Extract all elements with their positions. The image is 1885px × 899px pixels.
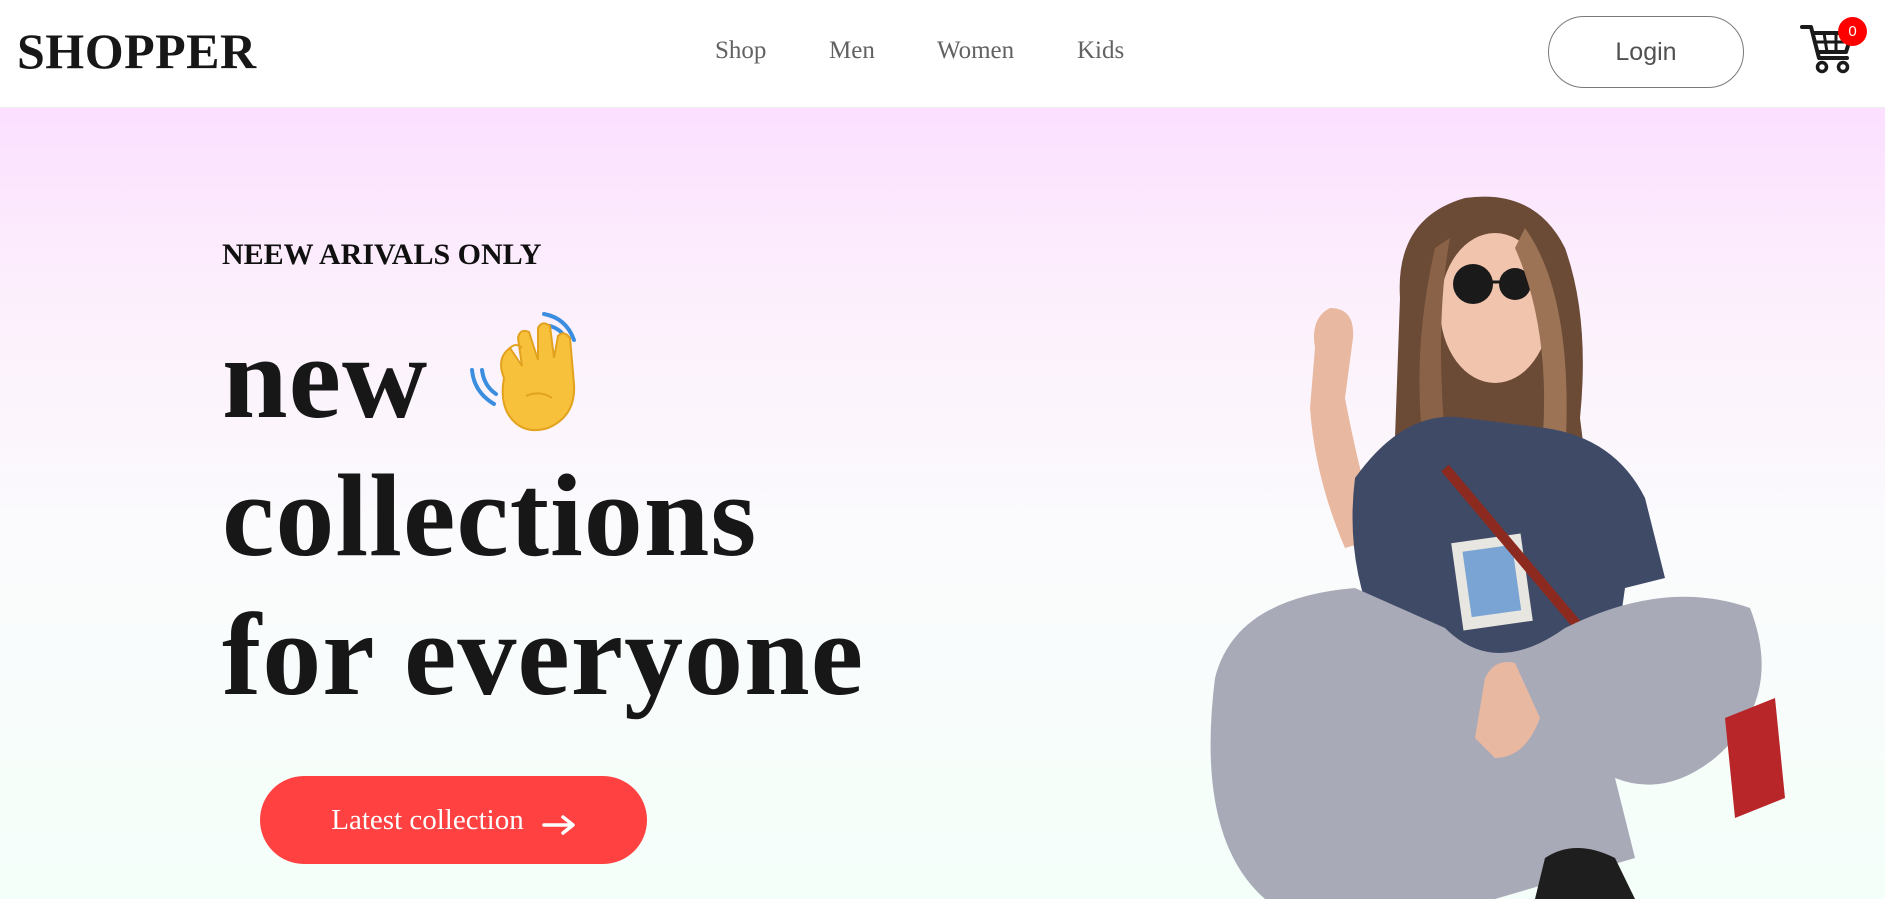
arrow-right-icon (541, 810, 576, 835)
nav-item-kids[interactable]: Kids (1077, 36, 1124, 66)
model-photo (1195, 158, 1795, 899)
latest-collection-button[interactable]: Latest collection (260, 776, 647, 864)
nav-item-women[interactable]: Women (937, 36, 1014, 66)
login-button[interactable]: Login (1548, 16, 1744, 88)
navbar: SHOPPER Shop Men Women Kids Login 0 (0, 0, 1885, 108)
headline-line-1: new (222, 312, 429, 443)
cart-count-badge: 0 (1838, 17, 1867, 46)
headline-line-3: for everyone (222, 589, 865, 720)
nav-item-men[interactable]: Men (829, 36, 875, 66)
brand-logo[interactable]: SHOPPER (17, 24, 257, 78)
latest-collection-label: Latest collection (331, 803, 524, 836)
hero-section: NEEW ARIVALS ONLY new collections for ev… (0, 108, 1885, 899)
headline-line-2: collections (222, 450, 758, 581)
hero-eyebrow: NEEW ARIVALS ONLY (222, 238, 542, 271)
nav-item-shop[interactable]: Shop (715, 36, 766, 66)
waving-hand-icon (466, 308, 596, 438)
